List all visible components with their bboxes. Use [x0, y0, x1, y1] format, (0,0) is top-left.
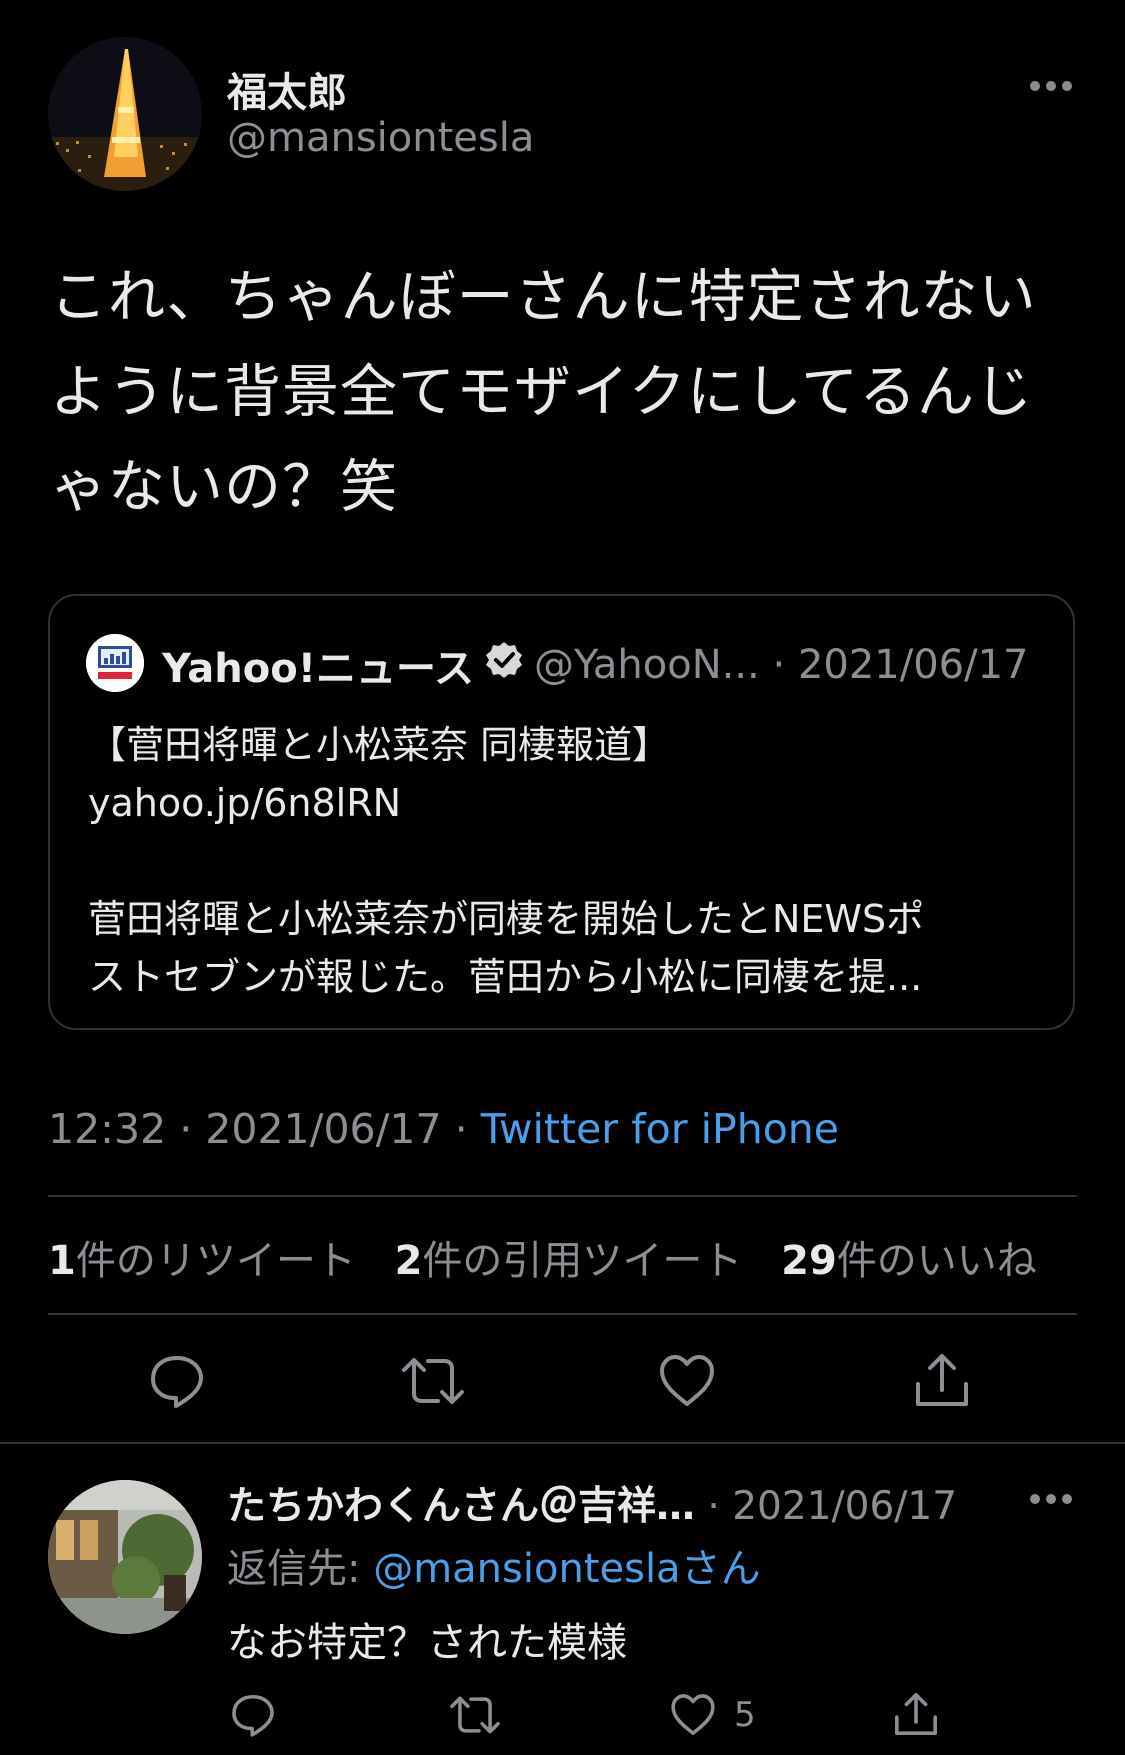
quotes-label: 件の引用ツイート — [422, 1238, 743, 1284]
author-display-name[interactable]: 福太郎 — [227, 60, 347, 118]
tokyo-tower-night-avatar — [48, 37, 202, 191]
reply-retweet-button[interactable] — [448, 1692, 502, 1738]
reply-more-options-icon[interactable] — [1028, 1491, 1078, 1511]
quotes-count: 2 — [394, 1238, 423, 1284]
tweet-time: 12:32 — [48, 1105, 167, 1153]
reply-like-button[interactable]: 5 — [670, 1692, 756, 1738]
quoted-body-spacer — [88, 832, 1048, 890]
reply-author-name[interactable]: たちかわくんさん＠吉祥… — [227, 1484, 695, 1529]
likes-count: 29 — [781, 1238, 837, 1284]
divider — [48, 1195, 1077, 1197]
divider — [48, 1313, 1077, 1315]
quotes-stat[interactable]: 2件の引用ツイート — [395, 1238, 743, 1284]
reply-to-handle-link[interactable]: @mansiontesla — [373, 1546, 680, 1592]
quoted-body-line: 【菅田将暉と小松菜奈 同棲報道】 — [88, 723, 671, 767]
reply-button[interactable] — [148, 1352, 206, 1410]
reply-text: なお特定？された模様 — [227, 1620, 627, 1666]
storefront-photo-avatar — [48, 1480, 202, 1634]
retweets-stat[interactable]: 1件のリツイート — [48, 1238, 356, 1284]
tweet-date: 2021/06/17 — [205, 1105, 442, 1153]
retweet-button[interactable] — [400, 1352, 466, 1410]
author-handle[interactable]: @mansiontesla — [227, 115, 534, 161]
retweets-count: 1 — [48, 1238, 76, 1284]
tweet-meta: 12:32 · 2021/06/17 · Twitter for iPhone — [48, 1105, 839, 1153]
yahoo-news-avatar — [86, 634, 144, 692]
reply-share-button[interactable] — [892, 1690, 940, 1738]
reply-author-avatar[interactable] — [48, 1480, 202, 1634]
reply-to-suffix: さん — [680, 1546, 761, 1592]
share-icon — [916, 1354, 968, 1406]
like-button[interactable] — [658, 1352, 716, 1410]
likes-stat[interactable]: 29件のいいね — [781, 1238, 1037, 1284]
meta-separator: · — [179, 1105, 193, 1153]
divider — [0, 1442, 1125, 1444]
share-icon — [895, 1693, 937, 1735]
tweet-text: これ、ちゃんぼーさんに特定されないように背景全てモザイクにしてるんじゃないの？笑 — [50, 264, 1037, 520]
quoted-tweet-card[interactable]: Yahoo!ニュース @YahooN... · 2021/06/17 【菅田将暉… — [48, 594, 1075, 1030]
reply-icon — [232, 1694, 274, 1737]
quoted-body-line: yahoo.jp/6n8lRN — [88, 781, 402, 825]
reply-header: たちかわくんさん＠吉祥… · 2021/06/17 — [227, 1475, 957, 1531]
quoted-tweet-header: Yahoo!ニュース @YahooN... · 2021/06/17 — [162, 636, 1028, 694]
like-icon — [671, 1694, 715, 1736]
quoted-date: 2021/06/17 — [797, 642, 1029, 688]
quoted-separator: · — [772, 642, 786, 688]
retweet-icon — [402, 1358, 464, 1404]
quoted-author-handle: @YahooN... — [533, 642, 760, 688]
reply-reply-button[interactable] — [230, 1692, 276, 1738]
reply-like-count: 5 — [734, 1695, 756, 1735]
tweet-source-link[interactable]: Twitter for iPhone — [481, 1105, 839, 1153]
reply-icon — [151, 1356, 203, 1408]
verified-badge-icon — [484, 640, 524, 690]
more-options-icon[interactable] — [1028, 78, 1078, 98]
quoted-tweet-body: 【菅田将暉と小松菜奈 同棲報道】 yahoo.jp/6n8lRN 菅田将暉と小松… — [88, 716, 1048, 1006]
retweet-icon — [450, 1696, 500, 1734]
retweets-label: 件のリツイート — [75, 1238, 356, 1284]
meta-separator: · — [454, 1105, 468, 1153]
reply-separator: · — [707, 1484, 720, 1529]
likes-label: 件のいいね — [836, 1238, 1037, 1284]
tweet-stats: 1件のリツイート 2件の引用ツイート 29件のいいね — [48, 1228, 1063, 1286]
quoted-author-name: Yahoo!ニュース — [162, 646, 474, 692]
reply-to-prefix: 返信先: — [227, 1546, 374, 1592]
quoted-body-line: 菅田将暉と小松菜奈が同棲を開始したとNEWSポ — [88, 897, 925, 941]
share-button[interactable] — [912, 1350, 972, 1410]
like-icon — [660, 1355, 714, 1406]
reply-date: 2021/06/17 — [732, 1484, 958, 1529]
quoted-body-line: ストセブンが報じた。菅田から小松に同棲を提... — [88, 955, 923, 999]
author-avatar[interactable] — [48, 37, 202, 191]
reply-to-line: 返信先: @mansionteslaさん — [227, 1536, 761, 1594]
